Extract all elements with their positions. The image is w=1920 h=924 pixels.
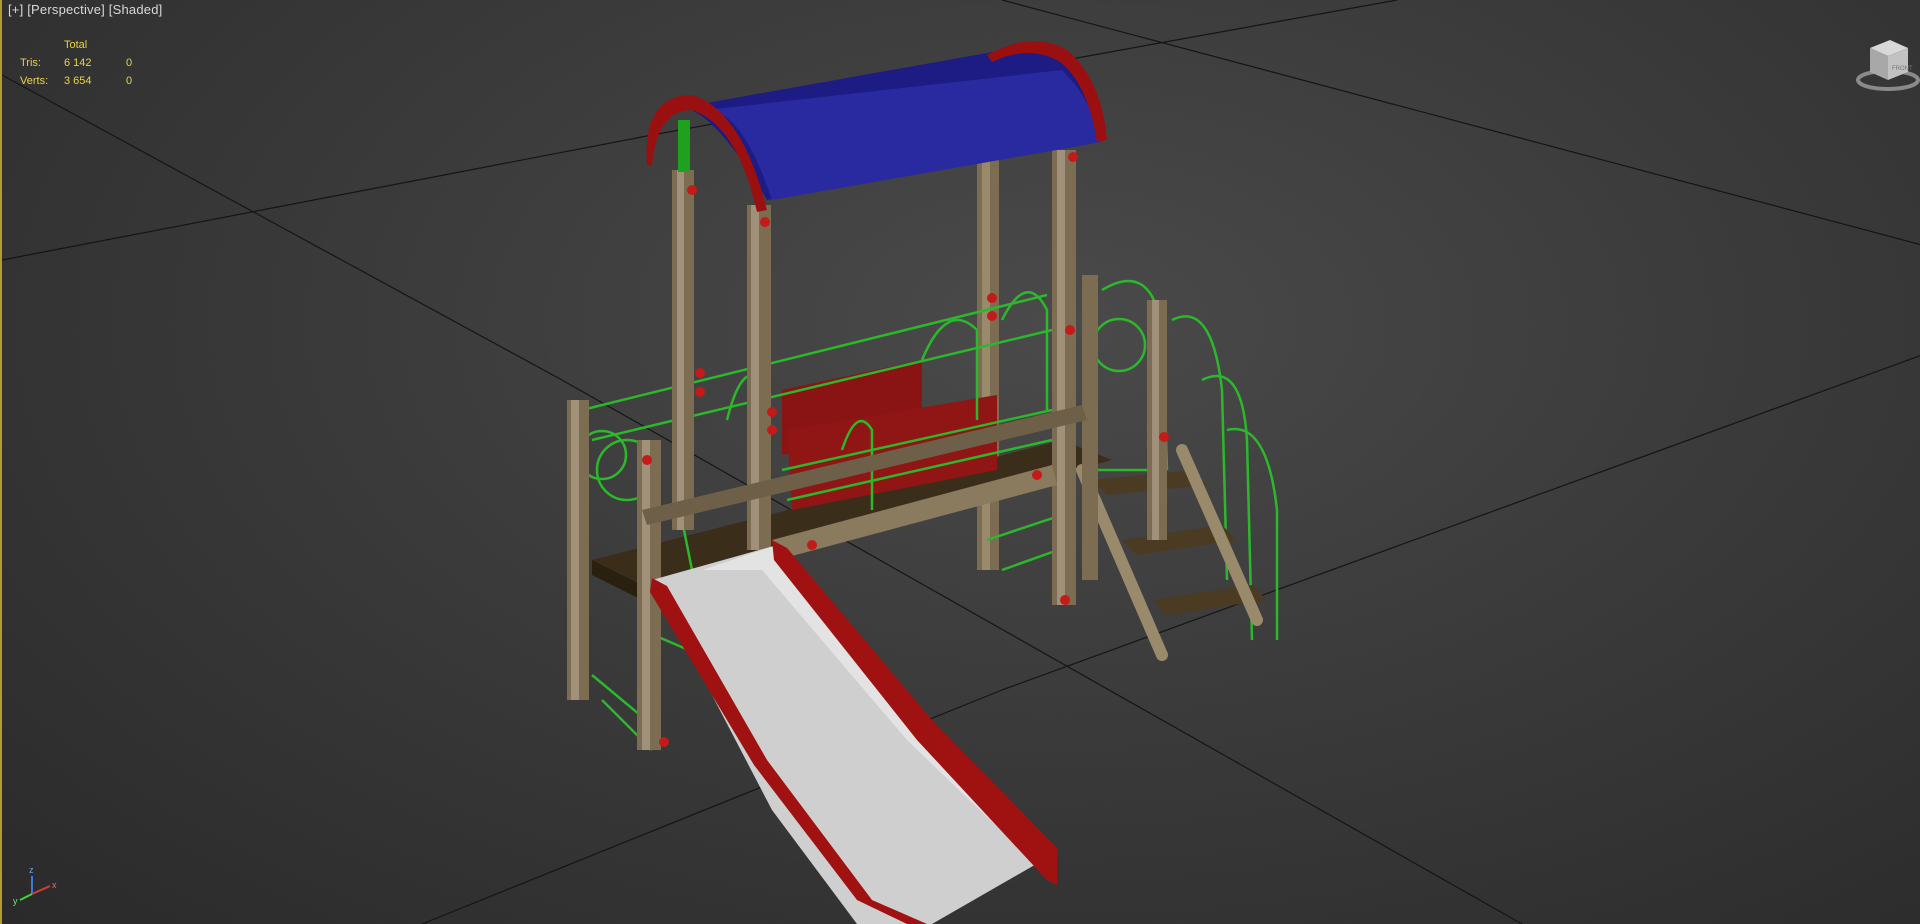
viewport-view-menu[interactable]: [Perspective]	[27, 2, 105, 17]
stats-row-tris: Tris: 6 142 0	[20, 54, 132, 72]
stats-label: Tris:	[20, 57, 41, 69]
stats-total-value: 3 654	[64, 75, 92, 87]
statistics-overlay: Total Tris: 6 142 0 Verts: 3 654 0	[20, 36, 132, 90]
back-posts	[977, 160, 999, 570]
viewport-plus-menu[interactable]: [+]	[8, 2, 23, 17]
stats-header-total: Total	[64, 39, 88, 51]
stats-row-verts: Verts: 3 654 0	[20, 72, 132, 90]
stairs	[1076, 444, 1267, 661]
viewport-shading-menu[interactable]: [Shaded]	[109, 2, 163, 17]
stats-label: Verts:	[20, 75, 49, 87]
axis-z-label: z	[29, 865, 34, 875]
blue-roof	[646, 41, 1107, 212]
axis-x-label: x	[52, 880, 57, 890]
slide	[650, 540, 1057, 924]
viewcube-face-label: FRONT	[1892, 66, 1913, 72]
axis-y-label: y	[13, 896, 18, 906]
perspective-viewport[interactable]: [+] [Perspective] [Shaded] Total Tris: 6…	[0, 0, 1920, 924]
viewport-label[interactable]: [+] [Perspective] [Shaded]	[8, 2, 162, 17]
axis-tripod-icon: z x y	[13, 865, 57, 906]
stats-selected-value: 0	[126, 57, 133, 69]
viewcube-icon[interactable]: FRONT	[1830, 30, 1920, 100]
stats-selected-value: 0	[126, 75, 133, 87]
stats-total-value: 6 142	[64, 57, 92, 69]
playground-model-scene[interactable]	[2, 0, 1920, 924]
